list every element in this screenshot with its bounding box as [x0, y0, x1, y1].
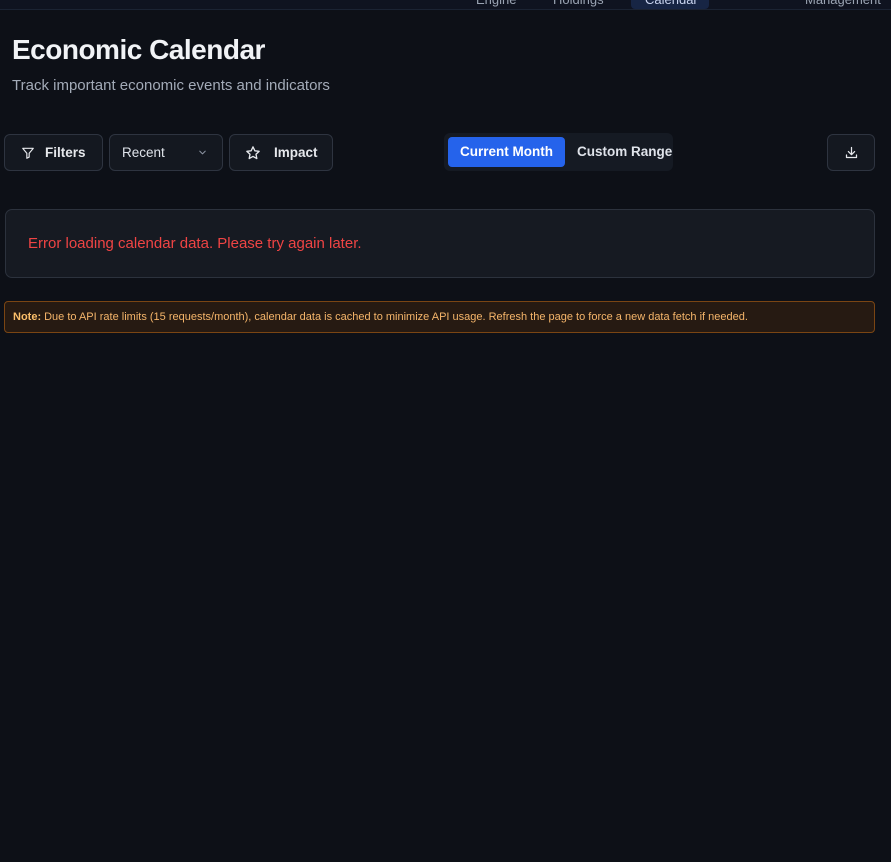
period-select-value: Recent	[122, 145, 165, 160]
period-select[interactable]: Recent	[109, 134, 223, 171]
filters-label: Filters	[45, 145, 86, 160]
rate-limit-note: Note: Due to API rate limits (15 request…	[4, 301, 875, 333]
impact-button[interactable]: Impact	[229, 134, 333, 171]
tab-custom-range[interactable]: Custom Range	[565, 137, 684, 167]
star-icon	[245, 145, 261, 161]
tab-current-month[interactable]: Current Month	[448, 137, 565, 167]
nav-item-holdings[interactable]: Holdings	[553, 0, 604, 9]
note-text: Due to API rate limits (15 requests/mont…	[44, 311, 748, 323]
top-navigation: Engine Holdings Calendar Management	[0, 0, 891, 10]
nav-item-engine[interactable]: Engine	[476, 0, 516, 9]
error-card: Error loading calendar data. Please try …	[5, 209, 875, 278]
impact-label: Impact	[274, 145, 318, 160]
nav-item-management[interactable]: Management	[805, 0, 881, 9]
nav-item-calendar[interactable]: Calendar	[631, 0, 709, 9]
download-button[interactable]	[827, 134, 875, 171]
filters-button[interactable]: Filters	[4, 134, 103, 171]
filter-icon	[21, 146, 35, 160]
page-subtitle: Track important economic events and indi…	[12, 77, 330, 94]
chevron-down-icon	[197, 147, 208, 158]
date-range-toggle: Current Month Custom Range	[444, 133, 673, 171]
download-icon	[844, 145, 859, 160]
page-title: Economic Calendar	[12, 34, 265, 65]
error-message: Error loading calendar data. Please try …	[28, 235, 362, 252]
note-label: Note:	[13, 311, 42, 323]
